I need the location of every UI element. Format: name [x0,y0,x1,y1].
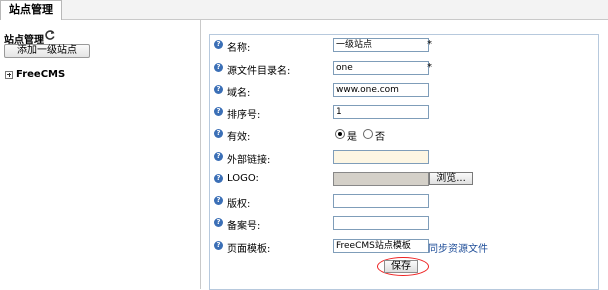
enabled-no-label: 否 [375,132,385,143]
help-icon[interactable]: ? [214,174,223,183]
row-source-dir: ? 源文件目录名: * [214,61,604,77]
required-mark: * [427,39,432,50]
copyright-label: 版权: [227,199,251,210]
enabled-label: 有效: [227,132,251,143]
source-dir-label: 源文件目录名: [227,66,291,77]
order-input[interactable] [333,105,429,119]
logo-file-input[interactable] [333,172,429,186]
icp-label: 备案号: [227,221,261,232]
row-template: ? 页面模板: 同步资源文件 [214,239,604,255]
help-icon[interactable]: ? [214,218,223,227]
tab-site-management[interactable]: 站点管理 [0,0,62,20]
help-icon[interactable]: ? [214,107,223,116]
help-icon[interactable]: ? [214,129,223,138]
sidebar: 站点管理 添加一级站点 FreeCMS [0,20,201,289]
order-label: 排序号: [227,110,261,121]
required-mark: * [427,62,432,73]
template-input[interactable] [333,239,429,253]
name-label: 名称: [227,43,251,54]
save-button[interactable]: 保存 [384,260,418,273]
enabled-yes-radio[interactable] [335,129,345,139]
help-icon[interactable]: ? [214,196,223,205]
row-logo: ? LOGO: 浏览... [214,172,604,186]
sync-resources-link[interactable]: 同步资源文件 [428,240,488,255]
expand-icon[interactable] [5,70,13,79]
help-icon[interactable]: ? [214,152,223,161]
external-link-input[interactable] [333,150,429,164]
row-domain: ? 域名: [214,83,604,99]
template-label: 页面模板: [227,244,271,255]
refresh-icon[interactable] [44,29,56,41]
icp-input[interactable] [333,216,429,230]
row-name: ? 名称: * [214,38,604,54]
copyright-input[interactable] [333,194,429,208]
domain-label: 域名: [227,88,251,99]
row-enabled: ? 有效: 是 否 [214,127,604,143]
add-top-site-button[interactable]: 添加一级站点 [4,44,90,58]
row-copyright: ? 版权: [214,194,604,210]
domain-input[interactable] [333,83,429,97]
name-input[interactable] [333,38,429,52]
help-icon[interactable]: ? [214,40,223,49]
tree-node-label: FreeCMS [16,69,66,80]
row-order: ? 排序号: [214,105,604,121]
tree-node-freecms[interactable]: FreeCMS [5,69,65,80]
enabled-yes-label: 是 [347,132,357,143]
external-link-label: 外部链接: [227,155,271,166]
source-dir-input[interactable] [333,61,429,75]
row-icp: ? 备案号: [214,216,604,232]
help-icon[interactable]: ? [214,63,223,72]
row-external-link: ? 外部链接: [214,150,604,166]
logo-label: LOGO: [227,173,259,184]
help-icon[interactable]: ? [214,241,223,250]
help-icon[interactable]: ? [214,85,223,94]
enabled-no-radio[interactable] [363,129,373,139]
browse-button[interactable]: 浏览... [429,172,473,185]
tab-bar: 站点管理 [0,0,608,20]
